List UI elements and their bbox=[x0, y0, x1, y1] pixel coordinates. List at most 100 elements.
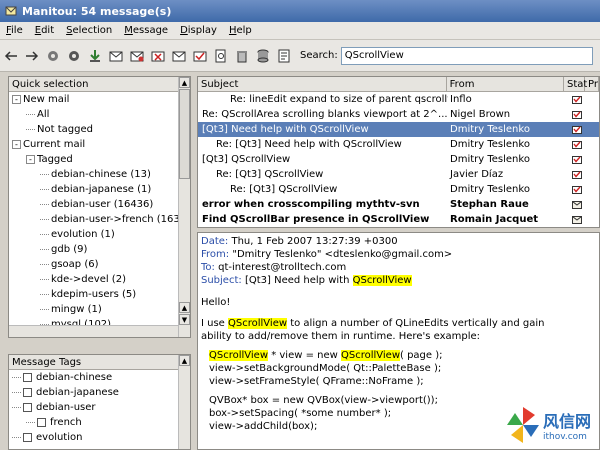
tag-checkbox[interactable] bbox=[23, 388, 32, 397]
table-row[interactable]: Re: QScrollArea scrolling blanks viewpor… bbox=[198, 107, 599, 122]
message-tags-scrollbar[interactable]: ▲ bbox=[178, 355, 190, 449]
tree-line bbox=[40, 219, 49, 220]
quick-selection-panel: Quick selection - New mail All Not tagged - C… bbox=[8, 76, 191, 338]
collapse-icon[interactable]: - bbox=[12, 140, 21, 149]
download-icon[interactable] bbox=[86, 47, 104, 65]
scroll-down-arrow[interactable]: ▼ bbox=[179, 314, 190, 325]
mail-unread-icon bbox=[566, 200, 587, 209]
row-subject-text: Re: [Qt3] QScrollView bbox=[230, 184, 338, 195]
message-list: Subject From Stat Pr Re: lineEdit expand… bbox=[197, 76, 600, 228]
table-row[interactable]: Re: [Qt3] Need help with QScrollView Dmit… bbox=[198, 137, 599, 152]
watermark-url: ithov.com bbox=[543, 432, 587, 442]
message-tag-item[interactable]: debian-user bbox=[9, 400, 190, 415]
tree-line bbox=[40, 309, 49, 310]
quick-selection-item[interactable]: debian-user->french (163 bbox=[9, 212, 190, 227]
message-tag-label: debian-japanese bbox=[36, 387, 119, 398]
row-subject-text: Re: [Qt3] QScrollView bbox=[216, 169, 324, 180]
mail-move-icon[interactable] bbox=[170, 47, 188, 65]
scroll-up-arrow[interactable]: ▲ bbox=[179, 302, 190, 313]
tree-line bbox=[12, 437, 21, 438]
message-tag-item[interactable]: french bbox=[9, 415, 190, 430]
mail-reply-icon[interactable] bbox=[128, 47, 146, 65]
message-tag-item[interactable]: debian-japanese bbox=[9, 385, 190, 400]
search-input[interactable] bbox=[340, 46, 593, 65]
quick-selection-item[interactable]: - Tagged bbox=[9, 152, 190, 167]
scroll-up-arrow[interactable]: ▲ bbox=[179, 77, 190, 88]
quick-selection-item[interactable]: - Current mail bbox=[9, 137, 190, 152]
notes-icon[interactable] bbox=[275, 47, 293, 65]
quick-selection-label: kdepim-users (5) bbox=[51, 289, 137, 300]
gear-icon[interactable] bbox=[65, 47, 83, 65]
menu-edit[interactable]: Edit bbox=[29, 25, 60, 36]
mail-icon[interactable] bbox=[107, 47, 125, 65]
table-row[interactable]: Find QScrollBar presence in QScrollView R… bbox=[198, 212, 599, 227]
quick-selection-item[interactable]: mingw (1) bbox=[9, 302, 190, 317]
code-line: view->setFrameStyle( QFrame::NoFrame ); bbox=[209, 376, 424, 387]
gear-icon[interactable] bbox=[44, 47, 62, 65]
subject-value: [Qt3] Need help with bbox=[244, 275, 353, 286]
app-icon bbox=[4, 4, 18, 18]
tree-line bbox=[12, 407, 21, 408]
collapse-icon[interactable]: - bbox=[12, 95, 21, 104]
tag-checkbox[interactable] bbox=[23, 373, 32, 382]
quick-selection-scrollbar[interactable]: ▲ ▲ ▼ bbox=[178, 77, 190, 337]
table-row[interactable]: Re: [Qt3] QScrollView Javier Díaz bbox=[198, 167, 599, 182]
scroll-thumb[interactable] bbox=[179, 89, 190, 179]
column-subject[interactable]: Subject bbox=[198, 77, 447, 91]
quick-selection-item[interactable]: debian-chinese (13) bbox=[9, 167, 190, 182]
column-status[interactable]: Stat bbox=[564, 77, 587, 91]
search-doc-icon[interactable] bbox=[212, 47, 230, 65]
quick-selection-item[interactable]: gdb (9) bbox=[9, 242, 190, 257]
collapse-icon[interactable]: - bbox=[26, 155, 35, 164]
mail-unread-icon bbox=[566, 215, 587, 224]
tree-line bbox=[40, 174, 49, 175]
column-priority[interactable]: Pr bbox=[585, 77, 599, 91]
row-subject: [Qt3] Need help with QScrollView bbox=[198, 124, 448, 135]
tag-checkbox[interactable] bbox=[23, 433, 32, 442]
quick-selection-item[interactable]: gsoap (6) bbox=[9, 257, 190, 272]
quick-selection-label: debian-user (16436) bbox=[51, 199, 154, 210]
database-icon[interactable] bbox=[254, 47, 272, 65]
menu-selection[interactable]: Selection bbox=[60, 25, 118, 36]
row-from: Dmitry Teslenko bbox=[450, 139, 530, 150]
column-from[interactable]: From bbox=[447, 77, 565, 91]
table-row[interactable]: error when crosscompiling mythtv-svn Step… bbox=[198, 197, 599, 212]
tag-checkbox[interactable] bbox=[23, 403, 32, 412]
table-row[interactable]: [Qt3] Need help with QScrollView Dmitry T… bbox=[198, 122, 599, 137]
quick-selection-hscrollbar[interactable] bbox=[9, 325, 178, 337]
date-key: Date: bbox=[201, 236, 229, 247]
quick-selection-item[interactable]: debian-user (16436) bbox=[9, 197, 190, 212]
quick-selection-item[interactable]: kdepim-users (5) bbox=[9, 287, 190, 302]
mail-replied-icon bbox=[566, 185, 587, 194]
quick-selection-item[interactable]: Not tagged bbox=[9, 122, 190, 137]
forward-arrow-icon[interactable] bbox=[23, 47, 41, 65]
quick-selection-item[interactable]: debian-japanese (1) bbox=[9, 182, 190, 197]
message-tag-item[interactable]: evolution bbox=[9, 430, 190, 445]
quick-selection-item[interactable]: evolution (1) bbox=[9, 227, 190, 242]
back-arrow-icon[interactable] bbox=[2, 47, 20, 65]
scroll-up-arrow[interactable]: ▲ bbox=[179, 355, 190, 366]
row-subject-text: error when crosscompiling mythtv-svn bbox=[202, 199, 420, 210]
quick-selection-item[interactable]: kde->devel (2) bbox=[9, 272, 190, 287]
table-row[interactable]: Re: lineEdit expand to size of parent qs… bbox=[198, 92, 599, 107]
message-tag-item[interactable]: debian-chinese bbox=[9, 370, 190, 385]
quick-selection-label: New mail bbox=[23, 94, 70, 105]
menu-file[interactable]: File bbox=[0, 25, 29, 36]
tag-checkbox[interactable] bbox=[37, 418, 46, 427]
menu-message[interactable]: Message bbox=[118, 25, 174, 36]
menu-help[interactable]: Help bbox=[223, 25, 258, 36]
row-subject-text: Re: QScrollArea scrolling blanks viewpor… bbox=[202, 109, 448, 120]
menu-display[interactable]: Display bbox=[174, 25, 223, 36]
table-row[interactable]: [Qt3] QScrollView Dmitry Teslenko bbox=[198, 152, 599, 167]
mail-delete-icon[interactable] bbox=[149, 47, 167, 65]
greeting: Hello! bbox=[201, 297, 231, 308]
tree-line bbox=[26, 422, 35, 423]
table-row[interactable]: Re: [Qt3] QScrollView Dmitry Teslenko bbox=[198, 182, 599, 197]
row-subject-text: [Qt3] Need help with QScrollView bbox=[202, 124, 369, 135]
quick-selection-item[interactable]: - New mail bbox=[9, 92, 190, 107]
quick-selection-item[interactable]: All bbox=[9, 107, 190, 122]
to-key: To: bbox=[201, 262, 215, 273]
mail-check-icon[interactable] bbox=[191, 47, 209, 65]
trash-icon[interactable] bbox=[233, 47, 251, 65]
tree-line bbox=[40, 234, 49, 235]
